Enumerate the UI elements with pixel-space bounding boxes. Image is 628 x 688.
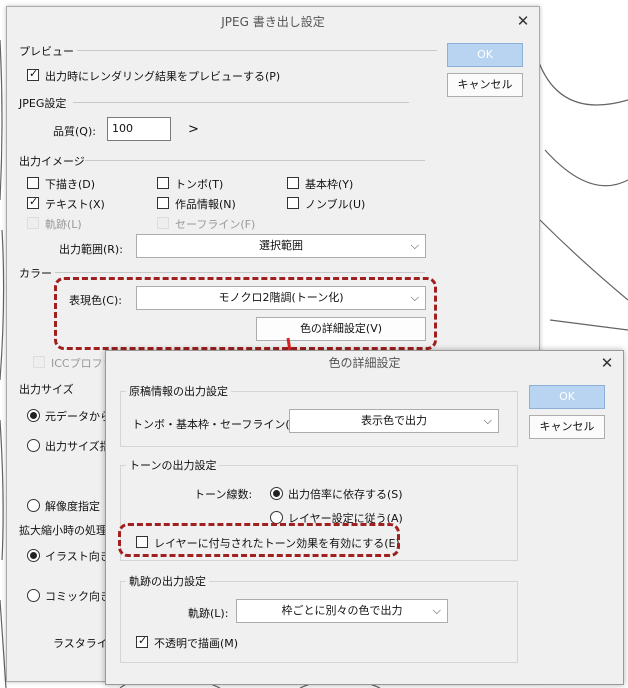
close-icon[interactable]: ✕: [599, 355, 615, 371]
section-preview: プレビュー: [19, 45, 74, 58]
page-number-label: ノンブル(U): [305, 198, 366, 211]
tone-output-scale-radio[interactable]: [270, 487, 283, 500]
resolution-label: 解像度指定: [45, 500, 100, 513]
highlight-color-settings: [54, 277, 437, 350]
manuscript-value: 表示色で出力: [361, 414, 427, 427]
section-tone: トーンの出力設定: [126, 457, 220, 473]
page-number-checkbox[interactable]: [287, 197, 299, 209]
trail-output-select[interactable]: 枠ごとに別々の色で出力 ⌵: [236, 599, 448, 623]
cancel-button[interactable]: キャンセル: [447, 73, 523, 97]
crop-mark-label: トンボ(T): [175, 178, 224, 191]
size-specify-label: 出力サイズ指: [45, 440, 111, 453]
illustration-radio[interactable]: [27, 549, 40, 562]
safe-line-label: セーフライン(F): [175, 218, 256, 231]
output-range-label: 出力範囲(R):: [59, 243, 123, 256]
icc-checkbox: [33, 356, 45, 368]
manuscript-label: トンボ・基本枠・セーフライン(T):: [132, 418, 305, 431]
section-output-image: 出力イメージ: [19, 155, 85, 168]
divider: [85, 160, 425, 161]
section-color: カラー: [19, 267, 52, 280]
chevron-down-icon: ⌵: [483, 414, 492, 427]
safe-line-checkbox: [157, 217, 169, 229]
render-preview-label: 出力時にレンダリング結果をプレビューする(P): [45, 70, 281, 83]
basic-frame-checkbox[interactable]: [287, 177, 299, 189]
tone-output-scale-label: 出力倍率に依存する(S): [288, 488, 403, 501]
size-from-source-radio[interactable]: [27, 409, 40, 422]
basic-frame-label: 基本枠(Y): [305, 178, 354, 191]
work-info-checkbox[interactable]: [157, 197, 169, 209]
section-output-size: 出力サイズ: [19, 383, 74, 396]
output-range-value: 選択範囲: [259, 239, 303, 252]
tone-lines-label: トーン線数:: [194, 488, 253, 501]
dialog-title: JPEG 書き出し設定: [221, 15, 325, 29]
resolution-radio[interactable]: [27, 499, 40, 512]
opaque-draw-label: 不透明で描画(M): [154, 637, 239, 650]
size-specify-radio[interactable]: [27, 439, 40, 452]
detail-ok-button[interactable]: OK: [529, 385, 605, 409]
close-icon[interactable]: ✕: [515, 13, 531, 29]
quality-input[interactable]: 100: [107, 117, 171, 141]
trail-output-value: 枠ごとに別々の色で出力: [281, 604, 403, 617]
section-trail: 軌跡の出力設定: [126, 573, 209, 589]
text-checkbox[interactable]: ✓: [27, 195, 39, 209]
draft-checkbox[interactable]: [27, 177, 39, 189]
trail-checkbox: [27, 217, 39, 229]
quality-label: 品質(Q):: [53, 125, 96, 138]
render-preview-checkbox[interactable]: ✓: [27, 67, 39, 81]
comic-radio[interactable]: [27, 589, 40, 602]
ok-button[interactable]: OK: [447, 43, 523, 67]
crop-mark-checkbox[interactable]: [157, 177, 169, 189]
section-manuscript: 原稿情報の出力設定: [126, 383, 231, 399]
section-scaling: 拡大縮小時の処理: [19, 524, 107, 537]
detail-cancel-button[interactable]: キャンセル: [529, 415, 605, 439]
trail-label: 軌跡(L): [45, 218, 82, 231]
text-label: テキスト(X): [45, 198, 105, 211]
divider: [73, 102, 409, 103]
chevron-down-icon: ⌵: [432, 604, 441, 617]
divider: [55, 272, 425, 273]
draft-label: 下描き(D): [45, 178, 96, 191]
manuscript-select[interactable]: 表示色で出力 ⌵: [289, 409, 499, 433]
color-detail-dialog: 色の詳細設定 ✕ OK キャンセル 原稿情報の出力設定 トンボ・基本枠・セーフラ…: [105, 350, 624, 685]
output-range-select[interactable]: 選択範囲 ⌵: [136, 234, 426, 258]
section-jpeg: JPEG設定: [19, 97, 67, 110]
trail-output-label: 軌跡(L):: [188, 607, 229, 620]
quality-slider-toggle[interactable]: >: [188, 122, 199, 137]
highlight-layer-tone-effect: [118, 523, 400, 557]
chevron-down-icon: ⌵: [410, 239, 419, 252]
opaque-draw-checkbox[interactable]: ✓: [136, 634, 148, 648]
detail-dialog-title: 色の詳細設定: [328, 356, 401, 370]
work-info-label: 作品情報(N): [175, 198, 236, 211]
divider: [77, 50, 437, 51]
